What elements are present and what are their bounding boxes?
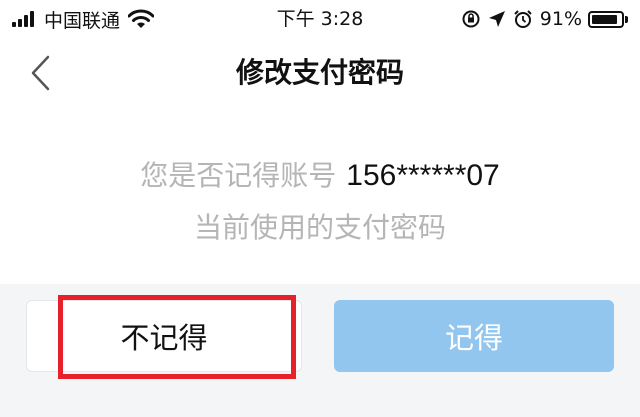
prompt-line-2: 当前使用的支付密码 bbox=[193, 211, 446, 244]
remember-password-button[interactable]: 记得 bbox=[334, 300, 614, 372]
status-bar: 中国联通 下午 3:28 91% bbox=[0, 0, 640, 38]
alarm-icon bbox=[514, 10, 532, 28]
status-right: 91% bbox=[461, 5, 628, 33]
battery-icon bbox=[588, 10, 624, 28]
prompt-line-1: 您是否记得账号 156******07 bbox=[0, 150, 640, 202]
battery-percent: 91% bbox=[539, 8, 582, 30]
action-footer: 不记得 记得 bbox=[0, 284, 640, 417]
nav-bar: 修改支付密码 bbox=[0, 38, 640, 108]
prompt-question: 您是否记得账号 bbox=[140, 159, 337, 192]
forgot-password-button[interactable]: 不记得 bbox=[26, 300, 302, 372]
account-number: 156******07 bbox=[346, 159, 500, 192]
prompt-message: 您是否记得账号 156******07 当前使用的支付密码 bbox=[0, 150, 640, 254]
location-icon bbox=[488, 11, 505, 27]
screen-lock-icon bbox=[462, 10, 480, 28]
page-title: 修改支付密码 bbox=[235, 56, 404, 89]
battery-cap bbox=[625, 15, 628, 23]
battery-level bbox=[592, 14, 618, 24]
